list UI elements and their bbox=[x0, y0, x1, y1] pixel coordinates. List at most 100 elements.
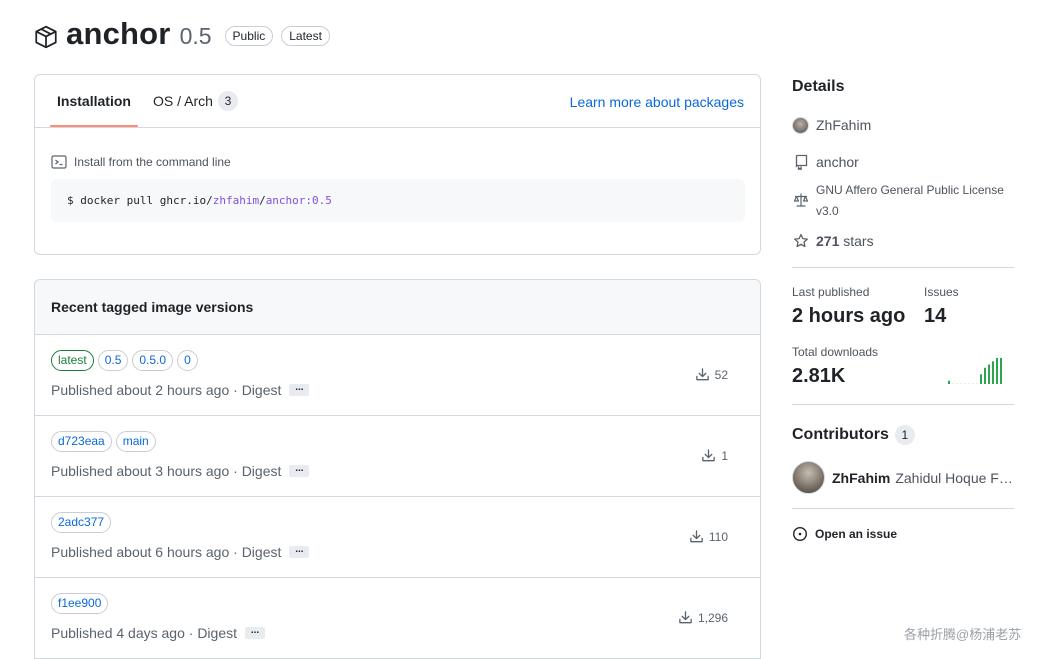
tag-0-5[interactable]: 0.5 bbox=[97, 350, 129, 371]
versions-title: Recent tagged image versions bbox=[51, 299, 254, 315]
owner-link[interactable]: ZhFahim bbox=[792, 117, 871, 134]
published-info: Published about 2 hours ago · Digest ... bbox=[51, 382, 310, 398]
digest-button[interactable]: ... bbox=[245, 626, 265, 639]
tab-installation[interactable]: Installation bbox=[50, 75, 138, 127]
command-prefix: $ docker pull ghcr.io/ bbox=[67, 194, 213, 207]
panel-tabs: Installation OS / Arch 3 Learn more abou… bbox=[35, 75, 760, 128]
tag-list: 2adc377 bbox=[51, 512, 115, 533]
terminal-icon bbox=[51, 155, 67, 169]
download-icon bbox=[679, 611, 692, 624]
details-title: Details bbox=[792, 78, 845, 95]
package-name: anchor bbox=[66, 16, 171, 51]
command-separator: / bbox=[259, 194, 266, 207]
version-row: f1ee900 Published 4 days ago · Digest ..… bbox=[35, 578, 760, 659]
sparkline-bar bbox=[992, 361, 994, 384]
tab-installation-label: Installation bbox=[57, 93, 131, 109]
sparkline-bar bbox=[968, 383, 970, 384]
install-label: Install from the command line bbox=[51, 154, 231, 170]
sparkline-bar bbox=[976, 383, 978, 384]
tag-0-5-0[interactable]: 0.5.0 bbox=[132, 350, 174, 371]
digest-button[interactable]: ... bbox=[289, 545, 310, 558]
download-count-value: 110 bbox=[708, 529, 728, 544]
watermark-text: 各种折腾@杨浦老苏 bbox=[904, 627, 1022, 642]
install-label-text: Install from the command line bbox=[74, 155, 231, 169]
latest-label: Latest bbox=[281, 26, 330, 46]
tag-list: d723eaa main bbox=[51, 431, 160, 452]
repo-icon bbox=[795, 154, 807, 170]
tag-f1ee900[interactable]: f1ee900 bbox=[51, 593, 109, 614]
docker-pull-command[interactable]: $ docker pull ghcr.io/zhfahim / anchor:0.5 bbox=[51, 179, 745, 222]
versions-header: Recent tagged image versions bbox=[35, 280, 760, 335]
issues-label: Issues bbox=[924, 285, 959, 299]
open-issue-label: Open an issue bbox=[815, 527, 898, 541]
divider bbox=[792, 508, 1014, 509]
download-icon bbox=[690, 530, 703, 543]
sparkline-bar bbox=[972, 383, 974, 384]
sparkline-bar bbox=[964, 383, 966, 384]
tag-2adc377[interactable]: 2adc377 bbox=[51, 512, 112, 533]
download-count: 52 bbox=[695, 367, 728, 382]
published-text: Published about 6 hours ago · Digest bbox=[51, 544, 282, 560]
contributors-counter: 1 bbox=[894, 425, 915, 445]
divider bbox=[792, 267, 1014, 268]
learn-more-link[interactable]: Learn more about packages bbox=[570, 94, 744, 110]
version-row: latest 0.5 0.5.0 0 Published about 2 hou… bbox=[35, 335, 760, 416]
total-downloads-value: 2.81K bbox=[792, 365, 846, 387]
package-header: anchor 0.5 Public Latest bbox=[33, 14, 330, 54]
license-link[interactable]: GNU Affero General Public License v3.0 bbox=[792, 180, 1016, 222]
tag-latest[interactable]: latest bbox=[51, 350, 94, 371]
sparkline-bar bbox=[948, 380, 950, 384]
tab-os-arch[interactable]: OS / Arch 3 bbox=[153, 75, 238, 127]
repo-name: anchor bbox=[816, 154, 859, 170]
owner-avatar bbox=[792, 117, 809, 134]
download-count: 110 bbox=[689, 529, 728, 544]
download-count: 1 bbox=[701, 448, 728, 463]
sparkline-bar bbox=[988, 364, 990, 384]
stars-link[interactable]: 271 stars bbox=[792, 233, 874, 249]
digest-button[interactable]: ... bbox=[289, 464, 310, 477]
download-count-value: 52 bbox=[714, 367, 728, 382]
contributors-heading[interactable]: Contributors 1 bbox=[792, 425, 915, 445]
sparkline-bar bbox=[980, 374, 982, 384]
open-issue-link[interactable]: Open an issue bbox=[792, 526, 897, 542]
published-text: Published 4 days ago · Digest bbox=[51, 625, 237, 641]
versions-panel: Recent tagged image versions latest 0.5 … bbox=[34, 279, 761, 659]
issues-value: 14 bbox=[924, 305, 947, 327]
divider bbox=[792, 404, 1014, 405]
last-published-label: Last published bbox=[792, 285, 870, 299]
sparkline-bar bbox=[1000, 358, 1002, 384]
repo-link[interactable]: anchor bbox=[792, 154, 859, 170]
tag-list: latest 0.5 0.5.0 0 bbox=[51, 350, 202, 371]
star-icon bbox=[793, 233, 808, 248]
download-count: 1,296 bbox=[678, 610, 728, 625]
command-image: anchor:0.5 bbox=[265, 194, 332, 207]
published-info: Published about 3 hours ago · Digest ... bbox=[51, 463, 310, 479]
downloads-sparkline bbox=[948, 358, 1002, 384]
issue-opened-icon bbox=[792, 526, 808, 542]
tag-0[interactable]: 0 bbox=[177, 350, 198, 371]
total-downloads-label: Total downloads bbox=[792, 345, 879, 359]
stars-count: 271 bbox=[816, 233, 840, 249]
contributor-avatar bbox=[792, 461, 825, 494]
tag-list: f1ee900 bbox=[51, 593, 112, 614]
download-icon bbox=[695, 368, 709, 381]
owner-name: ZhFahim bbox=[816, 117, 872, 133]
published-info: Published 4 days ago · Digest ... bbox=[51, 625, 265, 641]
sparkline-bar bbox=[952, 383, 954, 384]
sparkline-bar bbox=[996, 358, 998, 384]
last-published-value: 2 hours ago bbox=[792, 305, 906, 327]
installation-panel: Installation OS / Arch 3 Learn more abou… bbox=[34, 74, 761, 255]
stars-label: stars bbox=[839, 233, 874, 249]
tag-main[interactable]: main bbox=[115, 431, 156, 452]
digest-button[interactable]: ... bbox=[289, 383, 310, 396]
command-owner: zhfahim bbox=[212, 194, 260, 207]
sparkline-bar bbox=[984, 367, 986, 384]
tag-d723eaa[interactable]: d723eaa bbox=[51, 431, 112, 452]
sparkline-bar bbox=[956, 383, 958, 384]
os-arch-counter: 3 bbox=[217, 91, 238, 111]
law-icon bbox=[793, 193, 808, 207]
contributor-item[interactable]: ZhFahim Zahidul Hoque Fahim bbox=[792, 461, 1017, 494]
package-icon bbox=[35, 25, 57, 49]
published-text: Published about 3 hours ago · Digest bbox=[51, 463, 282, 479]
package-version: 0.5 bbox=[179, 23, 212, 49]
